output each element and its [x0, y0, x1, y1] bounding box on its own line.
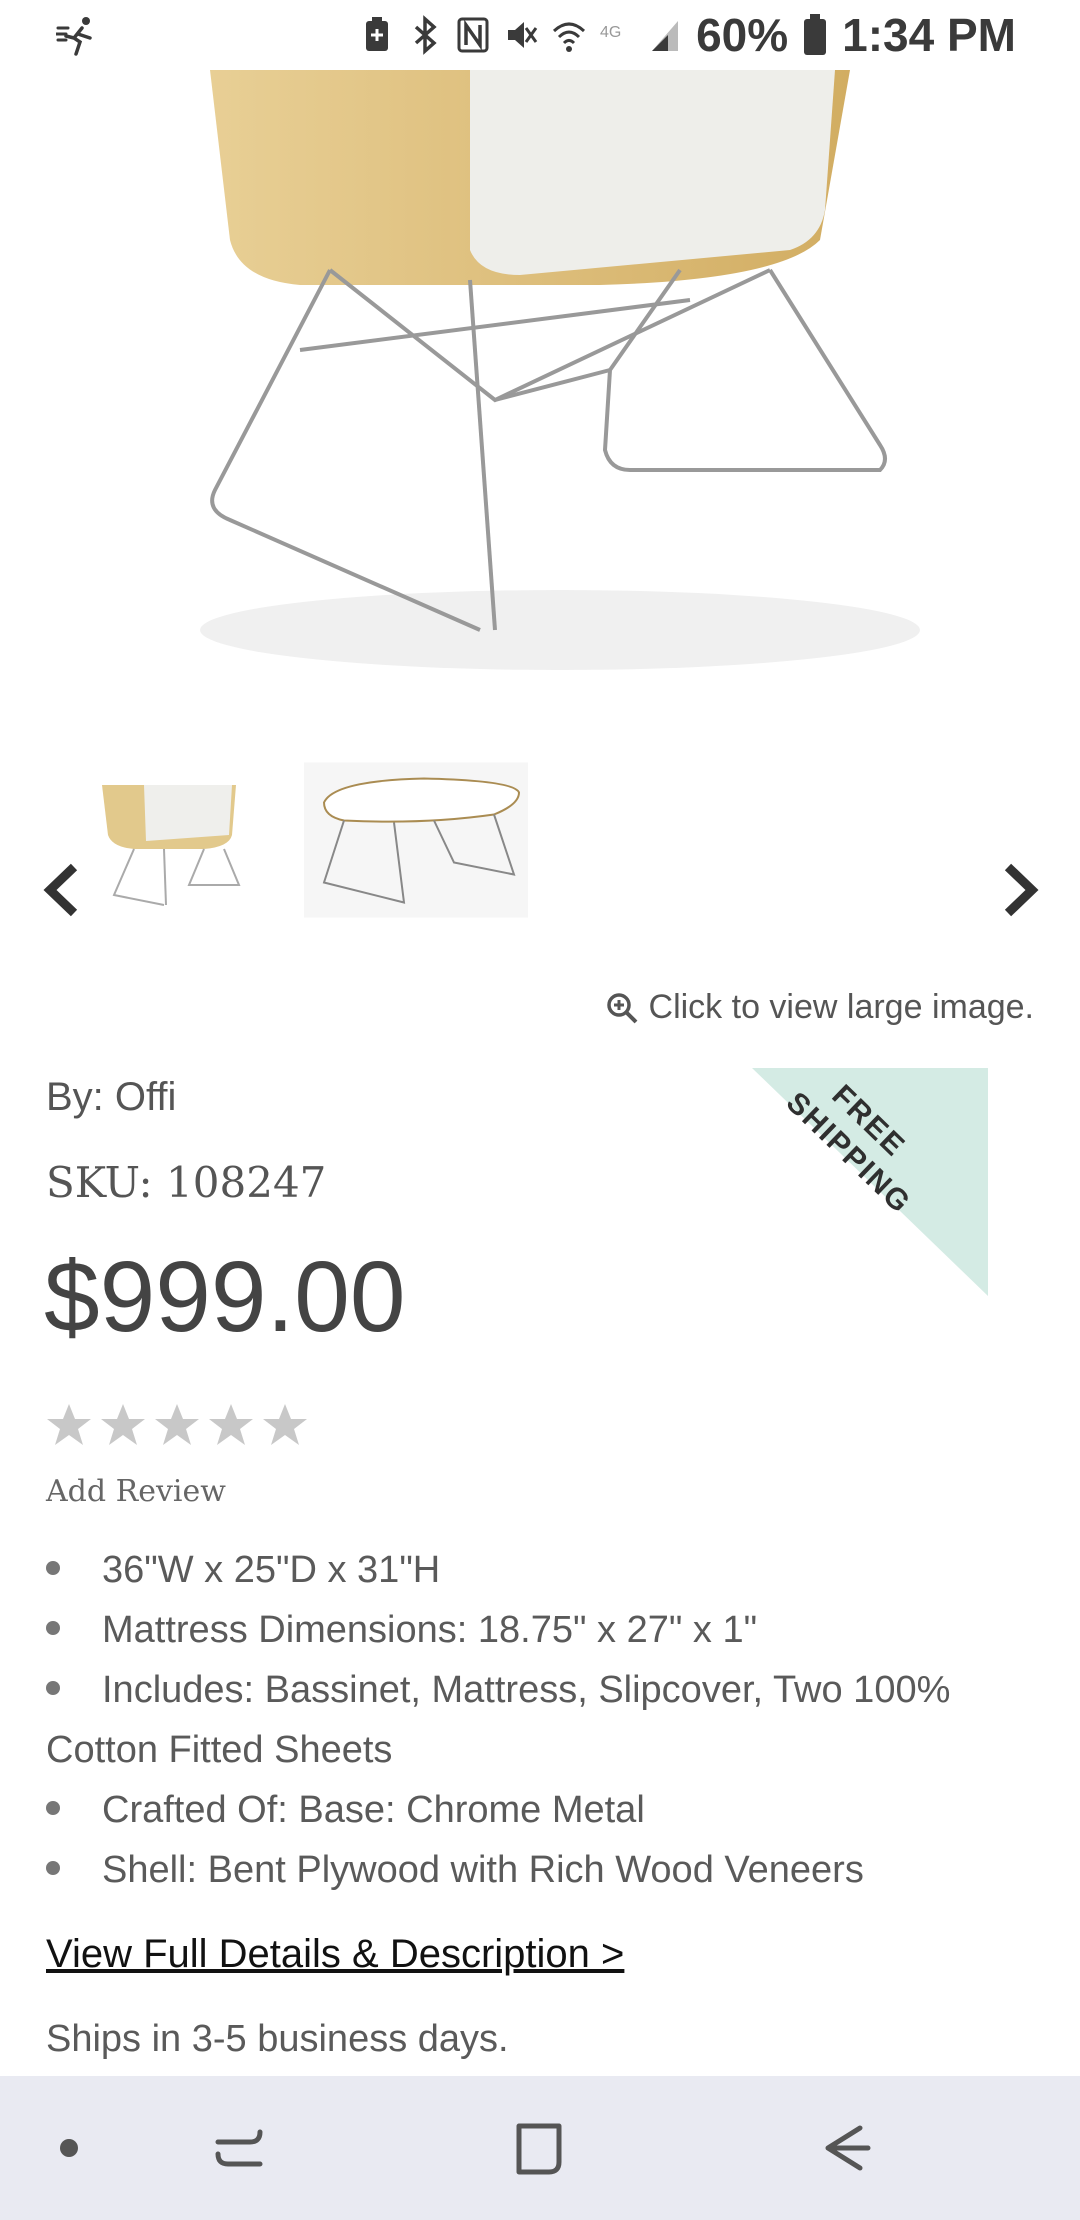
zoom-hint[interactable]: Click to view large image.: [605, 988, 1034, 1027]
star-icon[interactable]: [154, 1402, 200, 1448]
bullet: [46, 1680, 60, 1695]
battery-percent: 60%: [696, 9, 789, 61]
bullet: [46, 1860, 60, 1875]
battery-icon: [804, 14, 827, 55]
product-main-image[interactable]: [0, 70, 1080, 730]
bullet: [46, 1560, 60, 1575]
free-shipping-badge: FREE SHIPPING: [752, 1068, 990, 1298]
system-nav-bar: [0, 2076, 1080, 2220]
bullet: [46, 1620, 60, 1635]
list-item: Mattress Dimensions: 18.75" x 27" x 1": [46, 1600, 1046, 1660]
rating-stars[interactable]: [46, 1402, 308, 1448]
shipping-note: Ships in 3-5 business days.: [46, 2018, 509, 2060]
zoom-hint-text: Click to view large image.: [648, 988, 1034, 1026]
feature-list: 36"W x 25"D x 31"H Mattress Dimensions: …: [46, 1540, 1046, 1900]
svg-text:4G: 4G: [600, 24, 621, 41]
wifi-icon: [553, 22, 586, 52]
product-price: $999.00: [44, 1241, 406, 1353]
bullet: [46, 1800, 60, 1815]
back-button[interactable]: [810, 2116, 880, 2180]
dot-icon[interactable]: [34, 2116, 104, 2180]
star-icon[interactable]: [208, 1402, 254, 1448]
signal-icon: [652, 21, 679, 51]
thumbnail-strip: [0, 760, 1080, 920]
list-item: Shell: Bent Plywood with Rich Wood Venee…: [46, 1840, 1046, 1900]
home-button[interactable]: [505, 2116, 575, 2180]
sku-label: SKU: 108247: [46, 1158, 327, 1207]
thumbnail-table[interactable]: [304, 760, 528, 920]
star-icon[interactable]: [100, 1402, 146, 1448]
mute-icon: [508, 22, 538, 48]
clock: 1:34 PM: [842, 9, 1016, 61]
bluetooth-icon: [414, 15, 437, 55]
star-icon[interactable]: [262, 1402, 308, 1448]
battery-saver-icon: [366, 17, 389, 51]
status-bar: 4G 60% 1:34 PM: [0, 0, 1080, 70]
list-item: Includes: Bassinet, Mattress, Slipcover,…: [46, 1669, 951, 1771]
thumbnail-bassinet[interactable]: [94, 760, 244, 920]
add-review-link[interactable]: Add Review: [46, 1474, 226, 1509]
view-full-details-link[interactable]: View Full Details & Description >: [46, 1932, 624, 1977]
star-icon[interactable]: [46, 1402, 92, 1448]
recent-apps-button[interactable]: [204, 2116, 274, 2180]
zoom-in-icon: [606, 992, 637, 1023]
list-item: 36"W x 25"D x 31"H: [46, 1540, 1046, 1600]
brand-byline[interactable]: By: Offi: [46, 1075, 176, 1120]
activity-icon: [54, 17, 92, 56]
list-item: Crafted Of: Base: Chrome Metal: [46, 1780, 1046, 1840]
nfc-icon: [457, 17, 489, 53]
bassinet-illustration: [200, 70, 920, 670]
lte-icon: 4G: [600, 24, 621, 41]
